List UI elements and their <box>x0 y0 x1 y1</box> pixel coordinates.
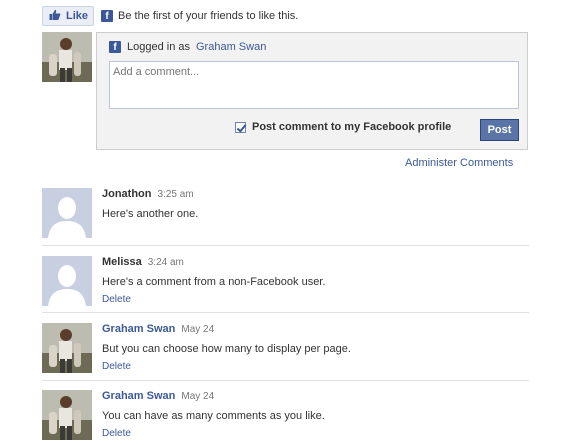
delete-comment-link[interactable]: Delete <box>102 361 351 372</box>
comment-item: Melissa 3:24 am Here's a comment from a … <box>42 256 529 308</box>
blank-avatar <box>42 256 92 306</box>
comment-text: Here's a comment from a non-Facebook use… <box>102 276 326 288</box>
comment-divider <box>42 245 529 246</box>
post-to-profile-option[interactable]: Post comment to my Facebook profile <box>235 121 451 133</box>
like-social-context: f Be the first of your friends to like t… <box>101 10 298 22</box>
comment-text: But you can choose how many to display p… <box>102 343 351 355</box>
comment-timestamp: May 24 <box>181 391 215 402</box>
post-to-profile-checkbox[interactable] <box>235 121 246 133</box>
logged-in-prefix: Logged in as <box>127 41 190 53</box>
comment-author-link[interactable]: Graham Swan <box>102 323 175 335</box>
post-button[interactable]: Post <box>480 119 519 141</box>
comment-author-link[interactable]: Graham Swan <box>102 390 175 402</box>
current-user-avatar <box>42 32 92 82</box>
logged-in-status: f Logged in as Graham Swan <box>109 41 266 53</box>
user-photo-avatar <box>42 323 92 373</box>
comment-text: Here's another one. <box>102 208 199 220</box>
post-to-profile-label: Post comment to my Facebook profile <box>252 121 452 133</box>
comment-timestamp: 3:25 am <box>157 189 194 200</box>
comment-timestamp: 3:24 am <box>147 257 184 268</box>
facebook-icon: f <box>101 10 113 22</box>
comment-divider <box>42 312 529 313</box>
like-button-label: Like <box>66 10 89 22</box>
comment-timestamp: May 24 <box>181 324 215 335</box>
like-social-text: Be the first of your friends to like thi… <box>118 10 299 22</box>
comment-input[interactable] <box>109 61 519 109</box>
comment-item: Graham Swan May 24 But you can choose ho… <box>42 323 529 375</box>
facebook-icon: f <box>109 41 121 53</box>
administer-comments-link[interactable]: Administer Comments <box>405 157 513 169</box>
logged-in-user-link[interactable]: Graham Swan <box>196 41 266 53</box>
user-photo-avatar <box>42 390 92 440</box>
comment-item: Graham Swan May 24 You can have as many … <box>42 390 529 442</box>
thumbs-up-icon <box>49 9 61 24</box>
blank-avatar <box>42 188 92 238</box>
comment-item: Jonathon 3:25 am Here's another one. <box>42 188 529 240</box>
like-button[interactable]: Like <box>42 6 94 26</box>
comment-author: Melissa <box>102 256 142 268</box>
delete-comment-link[interactable]: Delete <box>102 294 325 305</box>
comment-divider <box>42 380 529 381</box>
comment-composer: f Logged in as Graham Swan Post comment … <box>96 32 528 150</box>
delete-comment-link[interactable]: Delete <box>102 428 325 439</box>
comment-text: You can have as many comments as you lik… <box>102 410 325 422</box>
comment-author: Jonathon <box>102 188 152 200</box>
